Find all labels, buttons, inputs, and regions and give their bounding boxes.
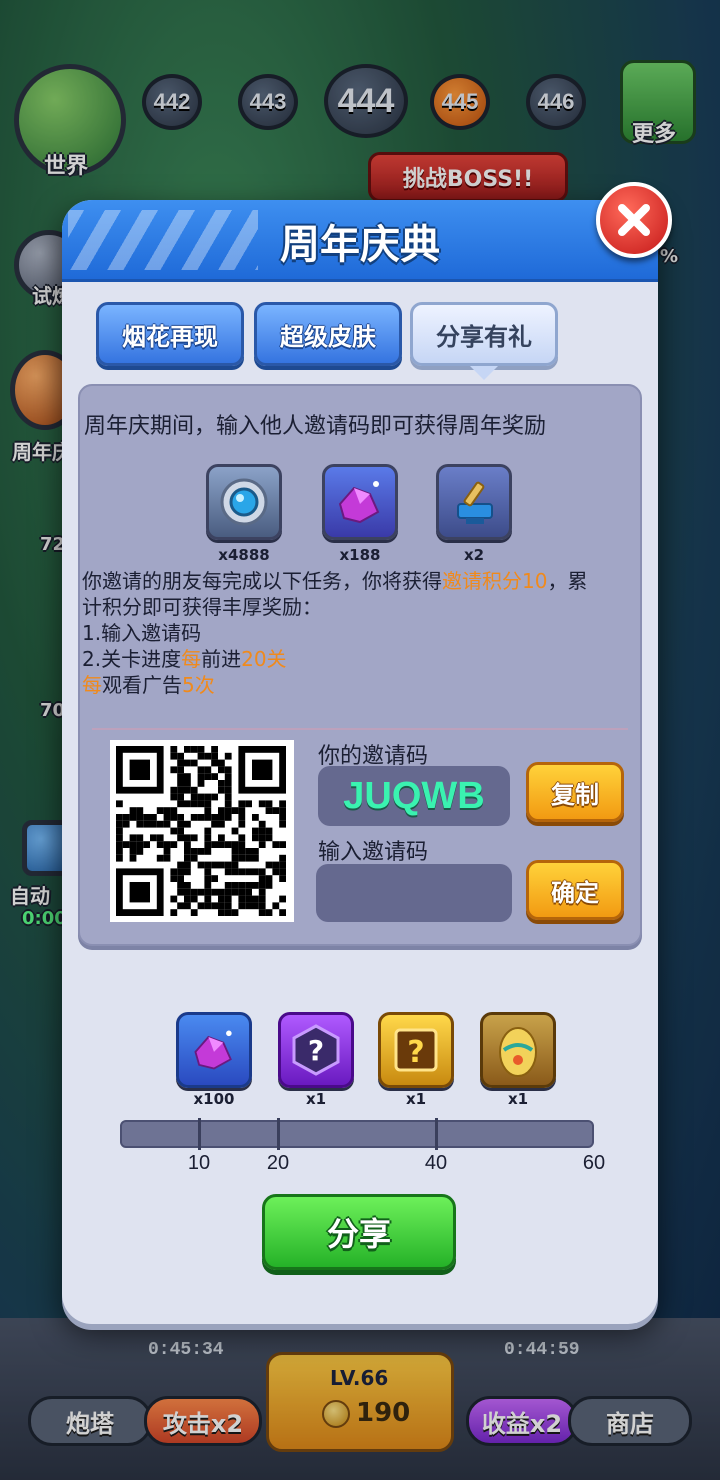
svg-text:?: ? [407,1035,424,1070]
reward-gear-count: x4888 [218,546,270,564]
reward-anvil-count: x2 [463,546,485,564]
reward-gear-part [206,464,282,540]
gear-part-icon [220,478,268,526]
reward-crystal-count: x188 [339,546,381,564]
blue-anvil-icon [457,481,493,524]
milestone-reward-hexagon: ? [278,1012,354,1088]
milestone-crystal-count: x100 [193,1090,235,1108]
milestone-box-count: x1 [405,1090,427,1108]
copy-button[interactable]: 复制 [526,762,624,822]
progress-tick-label: 10 [187,1152,211,1174]
progress-tick-label: 20 [266,1152,290,1174]
milestone-reward-egg [480,1012,556,1088]
svg-text:?: ? [308,1034,324,1067]
task-3-times: 5次 [182,673,215,697]
tab-share-gift[interactable]: 分享有礼 [410,302,558,366]
close-icon [618,204,650,236]
milestone-egg-count: x1 [507,1090,529,1108]
task-3-every: 每 [82,673,102,697]
rules-line-2: 计积分即可获得丰厚奖励： [82,595,322,619]
modal-header: 周年庆典 [62,200,658,282]
tab-fireworks[interactable]: 烟花再现 [96,302,244,366]
close-button[interactable] [596,182,672,258]
invite-progress-bar [120,1120,594,1148]
reward-anvil [436,464,512,540]
progress-tick-label: 40 [424,1152,448,1174]
task-1: 1.输入邀请码 [82,621,202,645]
progress-tick [276,1118,280,1150]
mystery-box-icon: ? [394,1028,438,1072]
task-2-every: 每 [181,647,202,671]
rules-line-1: 你邀请的朋友每完成以下任务，你将获得邀请积分10，累 [82,568,587,594]
task-3-mid: 观看广告 [102,673,182,697]
confirm-button[interactable]: 确定 [526,860,624,920]
task-2-mid: 前进 [201,647,242,671]
qr-code-pattern [116,746,286,916]
rules-line-1-suffix: ，累 [547,569,588,593]
milestone-reward-crystal [176,1012,252,1088]
invite-code-input[interactable] [316,864,512,922]
enter-code-label: 输入邀请码 [318,840,429,865]
your-invite-code: JUQWB [318,766,510,826]
share-button[interactable]: 分享 [262,1194,456,1270]
mystery-hexagon-icon: ? [292,1024,340,1076]
progress-tick [197,1118,201,1150]
progress-tick-label: 60 [582,1152,606,1174]
intro-text: 周年庆期间，输入他人邀请码即可获得周年奖励 [84,414,547,439]
milestone-reward-box: ? [378,1012,454,1088]
modal-title: 周年庆典 [280,222,440,268]
rules-line-1-prefix: 你邀请的朋友每完成以下任务，你将获得 [82,569,442,593]
milestone-hexagon-count: x1 [305,1090,327,1108]
tab-super-skin[interactable]: 超级皮肤 [254,302,402,366]
purple-crystal-icon [194,1030,232,1070]
task-3: 每观看广告5次 [82,672,215,698]
progress-tick [434,1118,438,1150]
golden-egg-icon [499,1027,537,1077]
active-tab-pointer [470,366,498,380]
reward-purple-crystal [322,464,398,540]
invite-points-highlight: 邀请积分10 [442,569,548,593]
invite-qr-code [110,740,294,922]
task-2-levels: 20关 [241,647,287,671]
task-2: 2.关卡进度每前进20关 [82,646,287,672]
task-2-prefix: 2.关卡进度 [82,647,182,671]
purple-crystal-icon [338,481,380,524]
section-divider [92,728,628,730]
